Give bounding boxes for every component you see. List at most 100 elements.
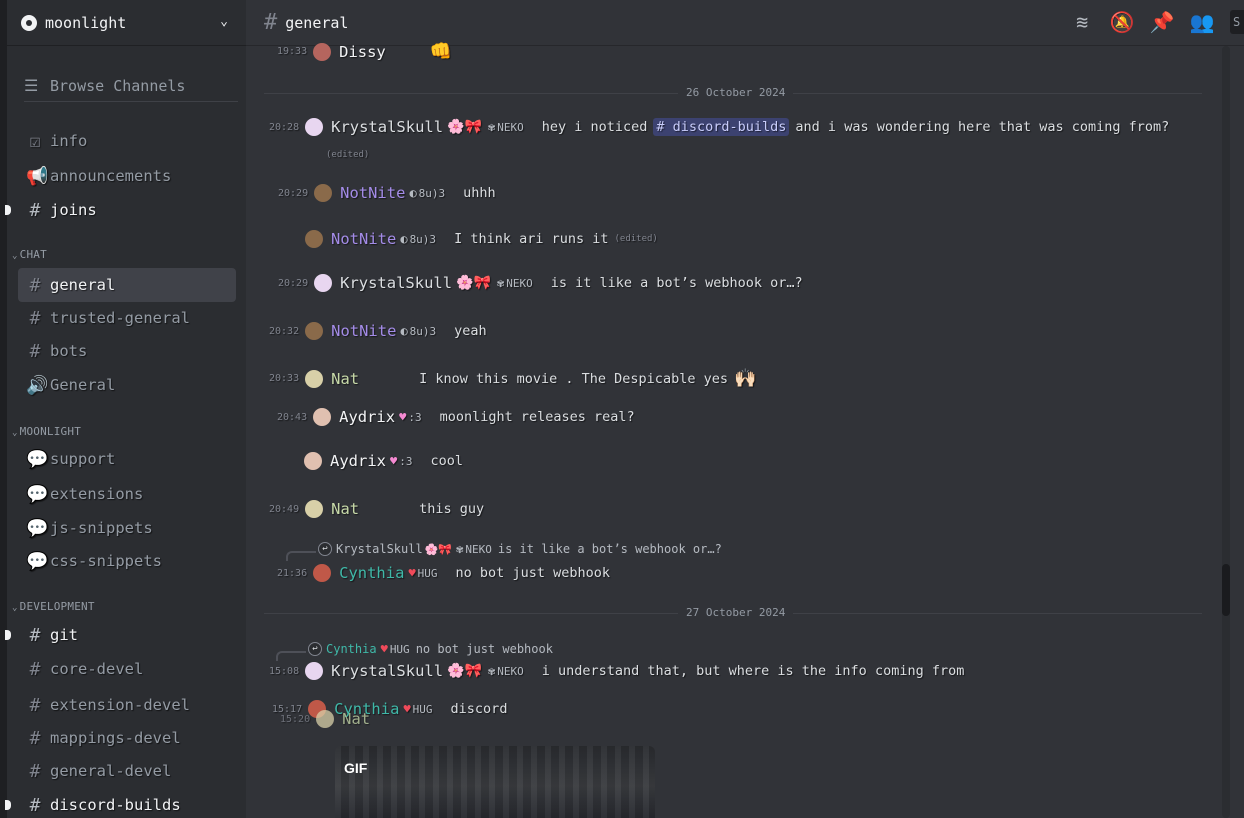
- sidebar-item-extensions[interactable]: 💬 extensions: [18, 477, 236, 511]
- timestamp: 20:33: [269, 373, 300, 384]
- role-tag-label: HUG: [389, 642, 410, 656]
- threads-icon[interactable]: ≋: [1070, 10, 1094, 34]
- reply-preview[interactable]: ↩ Cynthia ♥ HUG no bot just webhook: [276, 642, 553, 661]
- sidebar-item-general-devel[interactable]: # general-devel: [18, 754, 236, 788]
- message[interactable]: 20:49 Nat this guy: [269, 500, 484, 518]
- message[interactable]: 20:32 NotNite ◐ 8u)3 yeah: [269, 322, 487, 340]
- channel-header: # general ≋ 🔕 📌 👥 S: [246, 0, 1244, 46]
- avatar[interactable]: [314, 184, 333, 202]
- category-development[interactable]: ⌄ DEVELOPMENT: [12, 600, 95, 613]
- gif-embed[interactable]: GIF: [335, 746, 655, 818]
- avatar[interactable]: [305, 118, 324, 136]
- username[interactable]: KrystalSkull: [340, 274, 452, 292]
- scrollbar-track[interactable]: [1222, 46, 1230, 818]
- channel-label: core-devel: [50, 660, 144, 678]
- reply-preview[interactable]: ↩ KrystalSkull 🌸🎀 ✾ NEKO is it like a bot…: [286, 542, 722, 561]
- username[interactable]: Nat: [342, 710, 370, 728]
- heart-icon: ♥: [380, 642, 388, 656]
- message-text: yeah: [454, 323, 487, 339]
- reply-username: Cynthia: [326, 642, 377, 656]
- edited-marker: (edited): [614, 234, 658, 244]
- category-chat[interactable]: ⌄ CHAT: [12, 248, 47, 261]
- message[interactable]: 21:36 Cynthia ♥ HUG no bot just webhook: [277, 564, 610, 582]
- sidebar-item-extension-devel[interactable]: # extension-devel: [18, 688, 236, 722]
- hash-icon: #: [29, 624, 41, 646]
- username[interactable]: Aydrix: [330, 452, 386, 470]
- avatar[interactable]: [314, 274, 333, 292]
- username[interactable]: Aydrix: [339, 408, 395, 426]
- message[interactable]: 20:29 KrystalSkull 🌸🎀 ✾ NEKO is it like a…: [278, 274, 803, 292]
- sidebar-item-general[interactable]: # general: [18, 268, 236, 302]
- avatar[interactable]: [305, 500, 324, 518]
- server-icon: [21, 14, 37, 31]
- sidebar-item-git[interactable]: # git: [5, 618, 236, 652]
- sidebar-item-mappings-devel[interactable]: # mappings-devel: [18, 721, 236, 755]
- server-rail-edge: [0, 0, 7, 818]
- username[interactable]: NotNite: [340, 184, 405, 202]
- avatar[interactable]: [313, 42, 332, 61]
- browse-channels-button[interactable]: ☰ Browse Channels: [24, 70, 238, 102]
- sidebar-item-discord-builds[interactable]: # discord-builds: [5, 788, 236, 818]
- sidebar-item-js-snippets[interactable]: 💬 js-snippets: [18, 511, 236, 545]
- channel-mention[interactable]: # discord-builds: [653, 118, 790, 136]
- sidebar-item-bots[interactable]: # bots: [18, 334, 236, 368]
- avatar[interactable]: [305, 369, 324, 388]
- message[interactable]: 15:20 Nat: [280, 710, 374, 728]
- sidebar-item-general-voice[interactable]: 🔊 General: [18, 368, 236, 402]
- message[interactable]: 15:08 KrystalSkull 🌸🎀 ✾ NEKO i understand…: [269, 662, 964, 680]
- username[interactable]: Cynthia: [339, 564, 404, 582]
- sidebar-item-info[interactable]: ☑ info: [18, 124, 236, 158]
- reply-spine: [276, 651, 306, 661]
- message[interactable]: 20:33 Nat I know this movie . The Despic…: [269, 368, 756, 389]
- avatar[interactable]: [305, 230, 323, 248]
- mute-icon[interactable]: 🔕: [1110, 10, 1135, 34]
- role-tag-label: NEKO: [506, 276, 533, 290]
- username[interactable]: Nat: [331, 500, 359, 518]
- message[interactable]: 19:33 Dissy 👊: [277, 41, 452, 62]
- channel-label: info: [50, 132, 88, 150]
- pin-icon[interactable]: 📌: [1150, 10, 1175, 34]
- date-divider-label: 26 October 2024: [678, 86, 794, 99]
- message-text: uhhh: [463, 185, 496, 201]
- category-moonlight[interactable]: ⌄ MOONLIGHT: [12, 425, 81, 438]
- message-emoji: 👊: [429, 41, 453, 62]
- chevron-down-icon[interactable]: ⌄: [220, 14, 228, 29]
- avatar[interactable]: [313, 564, 332, 582]
- hash-icon: #: [29, 274, 41, 296]
- sidebar-item-announcements[interactable]: 📢 announcements: [18, 159, 236, 193]
- avatar[interactable]: [313, 408, 332, 426]
- username[interactable]: NotNite: [331, 230, 396, 248]
- reply-spine: [286, 551, 316, 561]
- sidebar-item-css-snippets[interactable]: 💬 css-snippets: [18, 544, 236, 578]
- hash-icon: #: [29, 760, 41, 782]
- scrollbar-thumb[interactable]: [1222, 564, 1230, 616]
- avatar[interactable]: [305, 662, 324, 680]
- avatar[interactable]: [304, 452, 322, 470]
- timestamp: 20:29: [278, 187, 309, 199]
- sidebar-item-core-devel[interactable]: # core-devel: [18, 652, 236, 686]
- username[interactable]: KrystalSkull: [331, 118, 443, 136]
- message[interactable]: 20:43 Aydrix ♥:3 moonlight releases real…: [277, 408, 635, 426]
- avatar[interactable]: [305, 322, 324, 340]
- username[interactable]: Dissy: [339, 43, 386, 61]
- sidebar-item-support[interactable]: 💬 support: [18, 442, 236, 476]
- role-tag: ♥ HUG: [381, 642, 410, 656]
- channel-label: css-snippets: [50, 552, 162, 570]
- message[interactable]: NotNite ◐ 8u)3 I think ari runs it (edite…: [305, 230, 658, 248]
- hash-icon: #: [29, 658, 41, 680]
- sidebar-item-trusted-general[interactable]: # trusted-general: [18, 301, 236, 335]
- username[interactable]: KrystalSkull: [331, 662, 443, 680]
- message[interactable]: 20:28 KrystalSkull 🌸🎀 ✾ NEKO hey i notice…: [269, 118, 1169, 136]
- username[interactable]: NotNite: [331, 322, 396, 340]
- avatar[interactable]: [316, 710, 335, 728]
- search-input[interactable]: S: [1230, 10, 1244, 34]
- username[interactable]: Nat: [331, 370, 359, 388]
- channel-label: trusted-general: [50, 309, 190, 327]
- members-icon[interactable]: 👥: [1190, 10, 1215, 34]
- message[interactable]: 20:29 NotNite ◐ 8u)3 uhhh: [278, 184, 496, 202]
- message[interactable]: Aydrix ♥:3 cool: [304, 452, 463, 470]
- reply-icon: ↩: [318, 542, 332, 556]
- role-tag: ✾ NEKO: [488, 120, 524, 134]
- sidebar-item-joins[interactable]: # joins: [5, 193, 236, 227]
- server-header[interactable]: moonlight ⌄: [7, 0, 246, 46]
